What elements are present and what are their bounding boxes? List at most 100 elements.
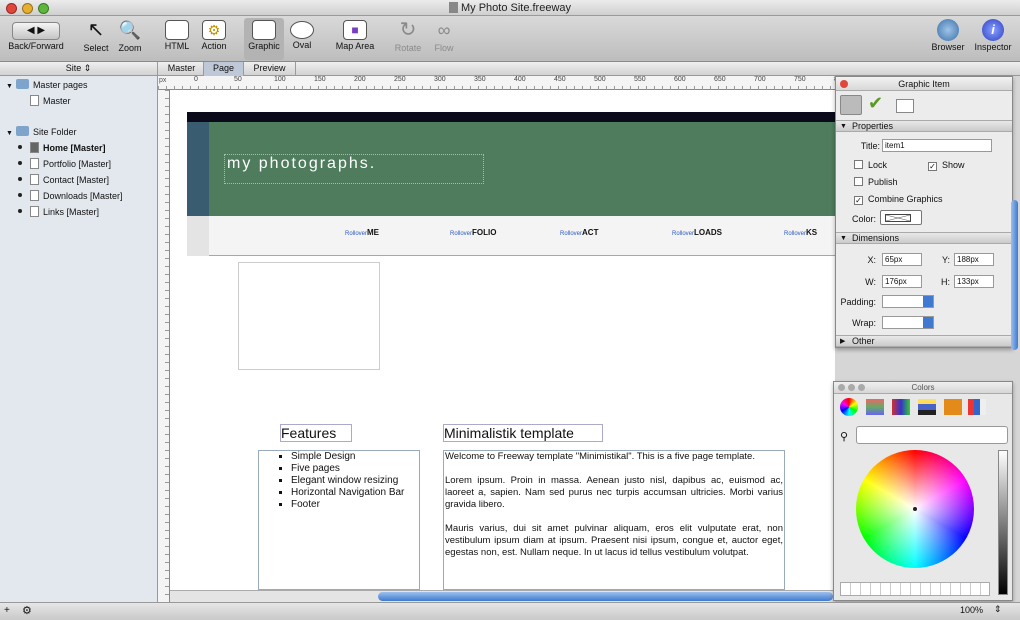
inspector-button[interactable]: i Inspector (972, 18, 1014, 52)
zoom-icon[interactable] (858, 384, 865, 391)
zoom-tool-button[interactable]: 🔍 Zoom (116, 18, 144, 53)
bullet-icon (18, 209, 22, 213)
brightness-slider[interactable] (998, 450, 1008, 595)
nav-item-portfolio[interactable]: RolloverFOLIO (450, 228, 496, 237)
inspector-scrollbar[interactable] (1011, 200, 1018, 350)
dimensions-section[interactable]: ▼ Dimensions (836, 232, 1012, 244)
crayons-mode-icon[interactable] (944, 399, 962, 415)
selected-graphic-item[interactable] (238, 262, 380, 370)
flow-tool-button[interactable]: ∞ Flow (428, 18, 460, 53)
template-heading[interactable]: Minimalistik template (443, 424, 603, 442)
sidebar-item-home[interactable]: Home [Master] (18, 142, 106, 154)
feature-item: Simple Design (291, 451, 419, 463)
top-black-bar (187, 112, 835, 122)
checkmark-tab-icon[interactable]: ✔ (868, 93, 883, 114)
h-field[interactable]: 133px (954, 275, 994, 288)
image-palettes-mode-icon[interactable] (918, 399, 936, 415)
html-tool-button[interactable]: HTML (160, 18, 194, 51)
combine-graphics-checkbox[interactable]: ✓ Combine Graphics (854, 194, 943, 205)
color-wheel-mode-icon[interactable] (840, 398, 858, 416)
close-icon[interactable] (838, 384, 845, 391)
swatches-mode-icon[interactable] (968, 399, 986, 415)
properties-section[interactable]: ▼ Properties (836, 120, 1012, 132)
w-field[interactable]: 176px (882, 275, 922, 288)
graphic-label: Graphic (248, 41, 280, 51)
close-icon[interactable] (840, 80, 848, 88)
folder-icon (15, 126, 29, 136)
site-label: Site (65, 63, 82, 73)
graphic-tab-icon[interactable] (840, 95, 862, 115)
color-search-input[interactable] (856, 426, 1008, 444)
features-list-box[interactable]: Simple Design Five pages Elegant window … (258, 450, 420, 590)
publish-label: Publish (868, 177, 898, 187)
tab-master[interactable]: Master (160, 62, 204, 76)
y-field[interactable]: 188px (954, 253, 994, 266)
site-selector[interactable]: Site ⇕ (0, 62, 158, 76)
sidebar-item-downloads[interactable]: Downloads [Master] (18, 190, 123, 202)
oval-tool-button[interactable]: Oval (288, 18, 316, 50)
show-checkbox[interactable]: ✓ Show (928, 160, 965, 171)
zoom-window-button[interactable] (38, 3, 49, 14)
site-title[interactable]: my photographs. (224, 154, 484, 184)
page-canvas[interactable]: my photographs. RolloverME RolloverFOLIO… (170, 90, 835, 590)
title-field[interactable]: item1 (882, 139, 992, 152)
up-down-arrows-icon: ⇕ (83, 63, 92, 73)
rotate-tool-button[interactable]: ↻ Rotate (392, 18, 424, 53)
page-icon (30, 206, 39, 217)
x-field[interactable]: 65px (882, 253, 922, 266)
zoom-level[interactable]: 100% (960, 605, 983, 615)
sidebar-item-portfolio[interactable]: Portfolio [Master] (18, 158, 111, 170)
nav-item-label: FOLIO (472, 228, 497, 237)
horizontal-scrollbar[interactable] (170, 590, 835, 602)
master-pages-label: Master pages (32, 80, 88, 90)
minimize-window-button[interactable] (22, 3, 33, 14)
tab-preview[interactable]: Preview (244, 62, 296, 76)
browser-button[interactable]: Browser (930, 18, 966, 52)
publish-checkbox[interactable]: Publish (854, 177, 898, 187)
master-pages-group[interactable]: ▼ Master pages (6, 79, 87, 93)
palettes-mode-icon[interactable] (892, 399, 910, 415)
sidebar-item-label: Contact [Master] (43, 175, 110, 185)
ruler-tick-label: 350 (474, 76, 486, 83)
map-area-tool-button[interactable]: ■ Map Area (332, 18, 378, 51)
tab-page[interactable]: Page (204, 62, 244, 76)
color-wheel[interactable] (856, 450, 974, 568)
features-list: Simple Design Five pages Elegant window … (291, 451, 419, 511)
features-heading[interactable]: Features (280, 424, 352, 442)
template-text-box[interactable]: Welcome to Freeway template "Minimistika… (443, 450, 785, 590)
sidebar-item-label: Links [Master] (43, 207, 100, 217)
gear-icon[interactable]: ⚙ (22, 604, 46, 618)
add-icon[interactable]: + (4, 605, 18, 617)
sidebar-item-contact[interactable]: Contact [Master] (18, 174, 109, 186)
minimize-icon[interactable] (848, 384, 855, 391)
back-forward-button[interactable]: ◀ ▶ Back/Forward (6, 18, 66, 51)
action-tool-button[interactable]: ⚙ Action (198, 18, 230, 51)
scroll-thumb[interactable] (378, 592, 833, 601)
site-folder-group[interactable]: ▼ Site Folder (6, 126, 76, 140)
title-bar: My Photo Site.freeway (0, 0, 1020, 16)
sidebar-item-label: Portfolio [Master] (43, 159, 112, 169)
globe-icon (937, 19, 959, 41)
zoom-arrows-icon[interactable]: ⇕ (994, 604, 1002, 615)
padding-select[interactable] (882, 295, 934, 308)
nav-item-downloads[interactable]: RolloverLOADS (672, 228, 722, 237)
header-side-strip (187, 122, 209, 216)
close-window-button[interactable] (6, 3, 17, 14)
sliders-mode-icon[interactable] (866, 399, 884, 415)
nav-item-home[interactable]: RolloverME (345, 228, 379, 237)
sidebar-item-links[interactable]: Links [Master] (18, 206, 99, 218)
other-section[interactable]: ▶ Other (836, 335, 1012, 347)
master-item[interactable]: Master (30, 95, 71, 107)
flow-links-icon: ∞ (437, 20, 451, 40)
page-tab-icon[interactable] (896, 99, 914, 113)
select-tool-button[interactable]: ↖ Select (82, 18, 110, 53)
swatch-strip[interactable] (840, 582, 990, 596)
wrap-select[interactable] (882, 316, 934, 329)
lock-checkbox[interactable]: Lock (854, 160, 887, 170)
graphic-tool-button[interactable]: Graphic (244, 18, 284, 60)
bullet-icon (18, 177, 22, 181)
nav-item-contact[interactable]: RolloverACT (560, 228, 598, 237)
info-icon: i (982, 19, 1004, 41)
nav-item-links[interactable]: RolloverKS (784, 228, 817, 237)
color-well[interactable] (880, 210, 922, 225)
